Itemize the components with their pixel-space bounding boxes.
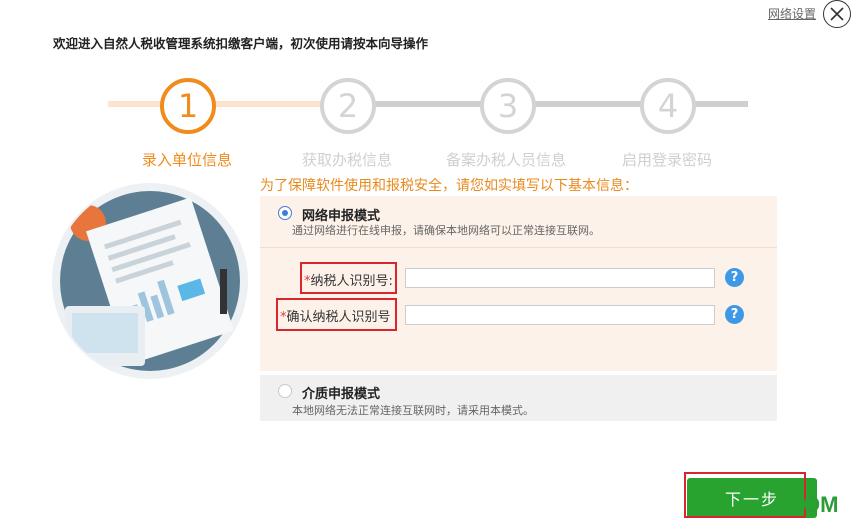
step-1-circle: 1 [160,78,216,134]
step-4-circle: 4 [640,78,696,134]
welcome-text: 欢迎进入自然人税收管理系统扣缴客户端，初次使用请按本向导操作 [53,36,429,51]
confirm-taxpayer-id-input[interactable] [405,305,715,325]
step-4-label: 启用登录密码 [622,151,713,169]
step-2-circle: 2 [320,78,376,134]
step-2-number: 2 [337,87,359,125]
medium-mode-title: 介质申报模式 [302,387,381,402]
step-1-number: 1 [177,87,199,125]
help-icon[interactable]: ? [725,268,744,287]
step-3-label: 备案办税人员信息 [446,151,567,169]
medium-mode-desc: 本地网络无法正常连接互联网时，请采用本模式。 [292,404,534,417]
step-3-circle: 3 [480,78,536,134]
document-illustration [52,183,248,379]
online-mode-radio[interactable] [278,206,292,220]
radio-dot [281,209,288,216]
network-settings-link[interactable]: 网络设置 [768,5,816,22]
step-3-number: 3 [497,87,519,125]
close-icon [830,7,844,21]
highlight-box-confirm-id [276,298,397,331]
highlight-box-next [684,472,806,518]
step-2-label: 获取办税信息 [302,151,393,169]
panel-divider [260,247,777,248]
online-mode-desc: 通过网络进行在线申报，请确保本地网络可以正常连接互联网。 [292,224,600,237]
medium-mode-radio[interactable] [278,384,292,398]
step-4-number: 4 [657,87,679,125]
help-icon[interactable]: ? [725,305,744,324]
close-button[interactable] [823,0,851,28]
watermark-text: OM [803,492,839,517]
highlight-box-taxpayer-id [300,262,397,294]
taxpayer-id-input[interactable] [405,268,715,288]
step-1-label: 录入单位信息 [142,151,233,169]
notice-text: 为了保障软件使用和报税安全，请您如实填写以下基本信息： [260,178,638,194]
